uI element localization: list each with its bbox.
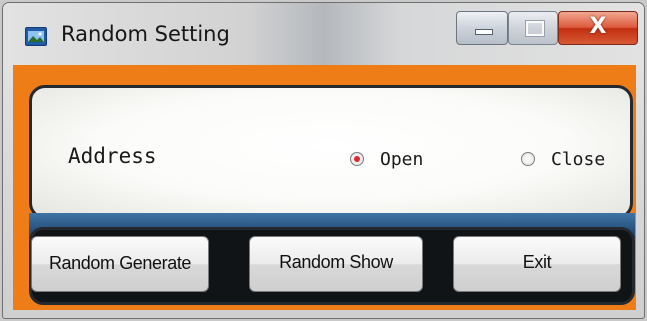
app-window-icon <box>25 27 47 46</box>
client-area: Address Open Close Random Generate Rando… <box>13 65 636 310</box>
random-show-button[interactable]: Random Show <box>249 236 423 292</box>
open-radio[interactable]: Open <box>350 148 423 170</box>
close-icon: X <box>589 14 607 39</box>
radio-unselected-icon <box>521 152 535 166</box>
open-radio-label: Open <box>380 148 424 170</box>
random-generate-button[interactable]: Random Generate <box>31 236 209 292</box>
window-title: Random Setting <box>61 22 230 46</box>
address-label: Address <box>68 144 157 168</box>
exit-button[interactable]: Exit <box>453 236 621 292</box>
minimize-icon <box>475 29 493 35</box>
close-button[interactable]: X <box>558 11 638 45</box>
exit-label: Exit <box>522 252 552 272</box>
title-bar[interactable]: Random Setting X <box>3 3 644 65</box>
minimize-button[interactable] <box>456 11 508 45</box>
random-show-label: Random Show <box>279 252 393 272</box>
random-generate-label: Random Generate <box>48 253 192 273</box>
maximize-icon <box>525 20 545 37</box>
close-radio[interactable]: Close <box>521 148 605 170</box>
maximize-button[interactable] <box>508 11 558 45</box>
random-setting-window: Random Setting X Address Open Close Rand… <box>2 2 645 319</box>
radio-selected-icon <box>350 152 364 166</box>
close-radio-label: Close <box>551 148 606 170</box>
address-panel: Address Open Close <box>29 85 633 219</box>
